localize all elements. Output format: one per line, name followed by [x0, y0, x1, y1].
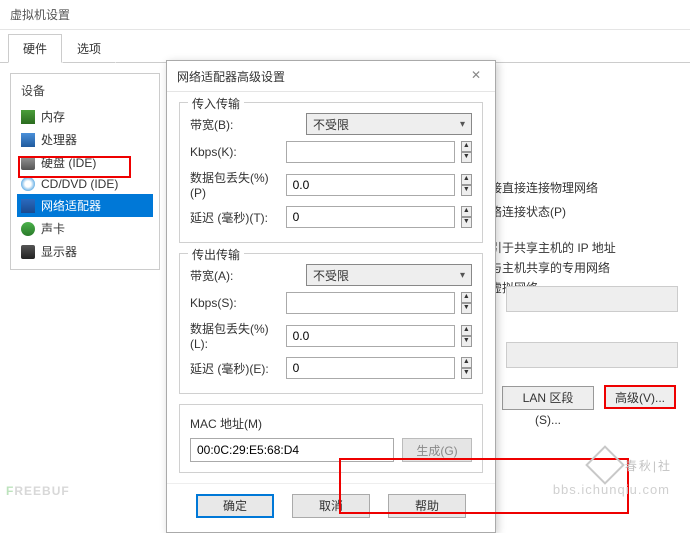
- in-kbps-input[interactable]: [286, 141, 455, 163]
- in-loss-label: 数据包丢失(%)(P): [190, 169, 280, 200]
- close-icon[interactable]: ✕: [467, 67, 485, 85]
- device-item-network[interactable]: 网络适配器: [17, 194, 153, 217]
- conn-text-4: 与主机共享的专用网络: [490, 259, 610, 276]
- watermark-url: bbs.ichunqiu.com: [553, 482, 670, 497]
- conn-text-3: 引于共享主机的 IP 地址: [490, 239, 616, 256]
- watermark-freebuf: FREEBUF: [6, 475, 70, 501]
- advanced-button[interactable]: 高级(V)...: [604, 385, 676, 409]
- highlight-network-adapter: [18, 156, 131, 178]
- cpu-icon: [21, 133, 35, 147]
- ok-button[interactable]: 确定: [196, 494, 274, 518]
- spin-up-icon[interactable]: ▲: [461, 206, 472, 217]
- out-kbps-label: Kbps(S):: [190, 296, 280, 310]
- spin-up-icon[interactable]: ▲: [461, 292, 472, 303]
- lan-segment-button[interactable]: LAN 区段(S)...: [502, 386, 594, 410]
- in-loss-spinner[interactable]: ▲▼: [461, 174, 472, 196]
- out-loss-input[interactable]: [286, 325, 455, 347]
- in-bandwidth-select[interactable]: 不受限 ▾: [306, 113, 472, 135]
- watermark-ree: REE: [14, 484, 42, 498]
- tabs: 硬件 选项: [0, 30, 690, 63]
- device-label: CD/DVD (IDE): [41, 177, 118, 191]
- spin-up-icon[interactable]: ▲: [461, 141, 472, 152]
- dialog-title: 网络适配器高级设置: [177, 68, 285, 85]
- spin-up-icon[interactable]: ▲: [461, 325, 472, 336]
- conn-text-2: 络连接状态(P): [490, 203, 566, 220]
- spin-down-icon[interactable]: ▼: [461, 303, 472, 314]
- device-panel: 设备 内存 处理器 硬盘 (IDE) CD/DVD (IDE) 网络适配器 声卡…: [10, 73, 160, 270]
- out-bandwidth-value: 不受限: [313, 267, 349, 284]
- out-bandwidth-select[interactable]: 不受限 ▾: [306, 264, 472, 286]
- cd-icon: [21, 177, 35, 191]
- spin-down-icon[interactable]: ▼: [461, 185, 472, 196]
- outgoing-group: 传出传输 带宽(A): 不受限▾ Kbps(S): ▲▼ 数据包丢失(%)(L)…: [179, 253, 483, 394]
- mac-group-title: MAC 地址(M): [190, 415, 472, 432]
- out-latency-spinner[interactable]: ▲▼: [461, 357, 472, 379]
- out-loss-label: 数据包丢失(%)(L):: [190, 320, 280, 351]
- tab-options[interactable]: 选项: [62, 34, 116, 63]
- in-loss-input[interactable]: [286, 174, 455, 196]
- incoming-group: 传入传输 带宽(B): 不受限▾ Kbps(K): ▲▼ 数据包丢失(%)(P)…: [179, 102, 483, 243]
- device-label: 显示器: [41, 243, 77, 260]
- device-header: 设备: [17, 80, 153, 101]
- device-item-display[interactable]: 显示器: [17, 240, 153, 263]
- spin-down-icon[interactable]: ▼: [461, 368, 472, 379]
- conn-text-1: 接直接连接物理网络: [490, 179, 598, 196]
- watermark-text-1: 春秋|社: [625, 457, 672, 474]
- outgoing-group-title: 传出传输: [188, 246, 244, 263]
- out-kbps-spinner[interactable]: ▲▼: [461, 292, 472, 314]
- network-select-1[interactable]: [506, 286, 678, 312]
- chevron-down-icon: ▾: [460, 119, 465, 130]
- in-bandwidth-value: 不受限: [313, 116, 349, 133]
- in-kbps-spinner[interactable]: ▲▼: [461, 141, 472, 163]
- device-label: 网络适配器: [41, 197, 101, 214]
- device-item-sound[interactable]: 声卡: [17, 217, 153, 240]
- out-loss-spinner[interactable]: ▲▼: [461, 325, 472, 347]
- network-icon: [21, 199, 35, 213]
- in-latency-label: 延迟 (毫秒)(T):: [190, 209, 280, 226]
- spin-down-icon[interactable]: ▼: [461, 152, 472, 163]
- watermark-logo: 春秋|社: [591, 451, 672, 479]
- in-bandwidth-label: 带宽(B):: [190, 116, 300, 133]
- dialog-titlebar: 网络适配器高级设置 ✕: [167, 61, 495, 92]
- incoming-group-title: 传入传输: [188, 95, 244, 112]
- memory-icon: [21, 110, 35, 124]
- sound-icon: [21, 222, 35, 236]
- device-list: 内存 处理器 硬盘 (IDE) CD/DVD (IDE) 网络适配器 声卡 显示…: [17, 105, 153, 263]
- tab-hardware[interactable]: 硬件: [8, 34, 62, 63]
- device-item-cpu[interactable]: 处理器: [17, 128, 153, 151]
- network-select-2[interactable]: [506, 342, 678, 368]
- spin-up-icon[interactable]: ▲: [461, 174, 472, 185]
- spin-up-icon[interactable]: ▲: [461, 357, 472, 368]
- watermark-buf: BUF: [42, 484, 70, 498]
- window-title: 虚拟机设置: [0, 0, 690, 30]
- spin-down-icon[interactable]: ▼: [461, 336, 472, 347]
- out-kbps-input[interactable]: [286, 292, 455, 314]
- device-label: 声卡: [41, 220, 65, 237]
- cube-icon: [585, 445, 625, 485]
- in-latency-spinner[interactable]: ▲▼: [461, 206, 472, 228]
- spin-down-icon[interactable]: ▼: [461, 217, 472, 228]
- advanced-dialog: 网络适配器高级设置 ✕ 传入传输 带宽(B): 不受限▾ Kbps(K): ▲▼…: [166, 60, 496, 533]
- out-latency-label: 延迟 (毫秒)(E):: [190, 360, 280, 377]
- out-bandwidth-label: 带宽(A):: [190, 267, 300, 284]
- device-label: 处理器: [41, 131, 77, 148]
- display-icon: [21, 245, 35, 259]
- chevron-down-icon: ▾: [460, 270, 465, 281]
- device-label: 内存: [41, 108, 65, 125]
- out-latency-input[interactable]: [286, 357, 455, 379]
- in-kbps-label: Kbps(K):: [190, 145, 280, 159]
- device-item-memory[interactable]: 内存: [17, 105, 153, 128]
- in-latency-input[interactable]: [286, 206, 455, 228]
